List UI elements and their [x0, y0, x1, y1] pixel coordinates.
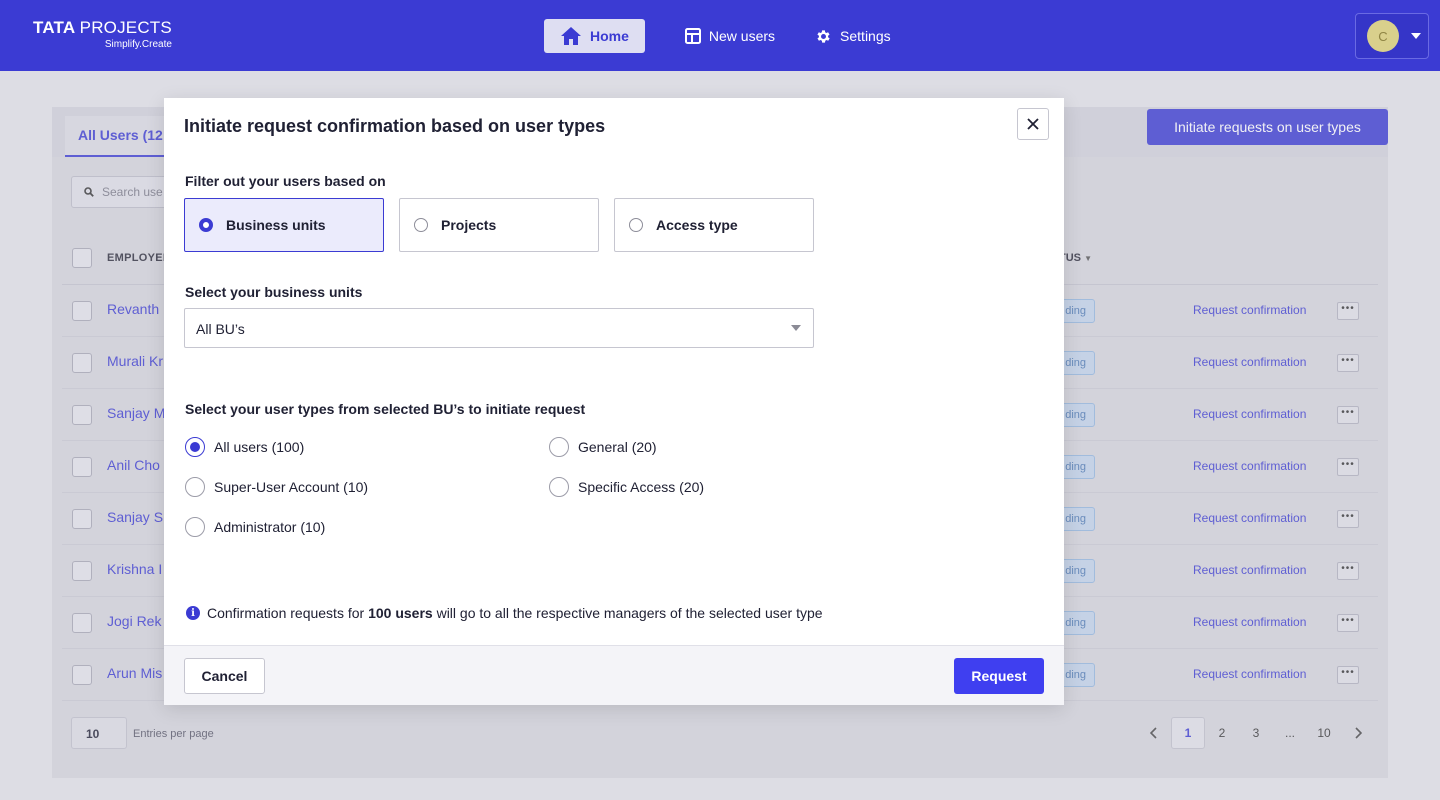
- radio-icon: [185, 477, 205, 497]
- nav-settings[interactable]: Settings: [799, 19, 907, 53]
- radio-icon: [549, 437, 569, 457]
- cancel-button[interactable]: Cancel: [184, 658, 265, 694]
- nav-home[interactable]: Home: [544, 19, 645, 53]
- close-icon: [1027, 118, 1039, 130]
- filter-option-label: Access type: [656, 217, 738, 233]
- brand-tagline: Simplify.Create: [104, 39, 172, 50]
- request-button[interactable]: Request: [954, 658, 1044, 694]
- info-user-count: 100 users: [368, 605, 433, 621]
- info-message: i Confirmation requests for 100 users wi…: [186, 605, 823, 621]
- user-type-label: Super-User Account (10): [214, 479, 369, 495]
- radio-icon: [185, 517, 205, 537]
- user-type-super-user[interactable]: Super-User Account (10): [185, 477, 368, 497]
- nav-home-label: Home: [590, 28, 629, 44]
- filter-option-label: Projects: [441, 217, 497, 233]
- radio-icon: [549, 477, 569, 497]
- business-units-select[interactable]: All BU’s: [184, 308, 814, 348]
- request-confirmation-modal: Initiate request confirmation based on u…: [164, 98, 1064, 705]
- radio-icon: [414, 218, 428, 232]
- top-navbar: TATA PROJECTS Simplify.Create Home New u…: [0, 0, 1440, 71]
- user-menu-button[interactable]: C: [1355, 13, 1429, 59]
- modal-title: Initiate request confirmation based on u…: [184, 116, 606, 136]
- modal-footer: Cancel Request: [164, 645, 1064, 705]
- user-type-label: General (20): [578, 439, 657, 455]
- main-nav: Home New users Settings: [544, 19, 915, 53]
- avatar: C: [1367, 20, 1399, 52]
- user-types-label: Select your user types from selected BU’…: [185, 401, 586, 417]
- user-type-label: Administrator (10): [214, 519, 326, 535]
- nav-settings-label: Settings: [840, 28, 891, 44]
- filter-business-units[interactable]: Business units: [184, 198, 384, 252]
- brand-logo[interactable]: TATA PROJECTS Simplify.Create: [33, 18, 172, 51]
- table-icon: [684, 28, 701, 44]
- radio-icon: [199, 218, 213, 232]
- info-prefix: Confirmation requests for: [207, 605, 365, 621]
- user-type-specific-access[interactable]: Specific Access (20): [549, 477, 704, 497]
- filter-option-label: Business units: [226, 217, 326, 233]
- user-type-general[interactable]: General (20): [549, 437, 657, 457]
- user-type-administrator[interactable]: Administrator (10): [185, 517, 325, 537]
- filter-label: Filter out your users based on: [185, 173, 386, 189]
- brand-name: TATA: [33, 18, 75, 37]
- info-suffix: will go to all the respective managers o…: [436, 605, 823, 621]
- radio-icon: [629, 218, 643, 232]
- radio-icon: [185, 437, 205, 457]
- brand-name-light: PROJECTS: [79, 18, 172, 37]
- info-icon: i: [186, 606, 200, 620]
- nav-new-users[interactable]: New users: [669, 19, 791, 53]
- user-type-all-users[interactable]: All users (100): [185, 437, 304, 457]
- close-button[interactable]: [1017, 108, 1049, 140]
- business-units-label: Select your business units: [185, 284, 363, 300]
- filter-projects[interactable]: Projects: [399, 198, 599, 252]
- home-icon: [561, 27, 581, 45]
- user-type-label: All users (100): [214, 439, 305, 455]
- chevron-down-icon: [791, 325, 801, 331]
- nav-new-users-label: New users: [708, 28, 776, 44]
- business-units-value: All BU’s: [196, 321, 245, 337]
- chevron-down-icon: [1411, 33, 1421, 39]
- user-type-label: Specific Access (20): [578, 479, 705, 495]
- filter-access-type[interactable]: Access type: [614, 198, 814, 252]
- gear-icon: [817, 29, 830, 43]
